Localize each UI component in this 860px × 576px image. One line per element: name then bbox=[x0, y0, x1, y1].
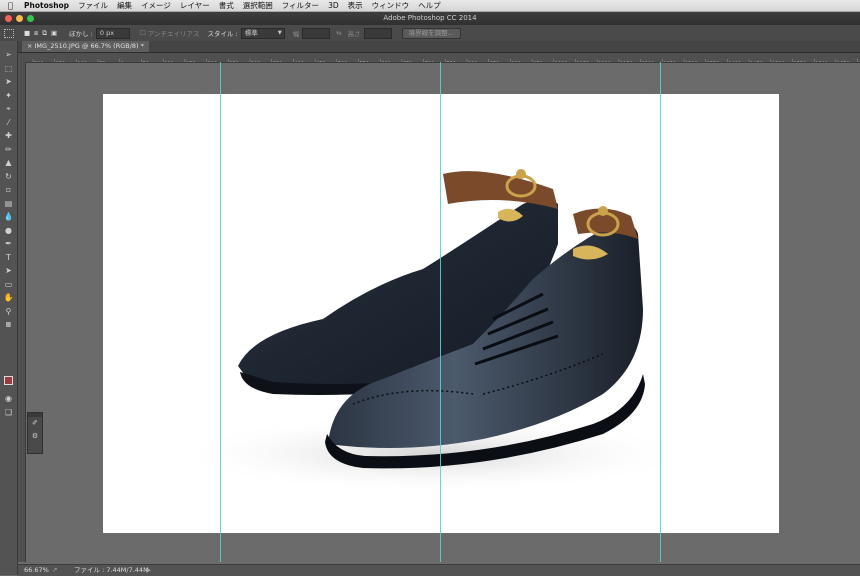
toolbar-grip[interactable] bbox=[0, 41, 17, 49]
menu-select[interactable]: 選択範囲 bbox=[243, 0, 273, 11]
healing-brush-tool-icon[interactable]: ✚ bbox=[3, 130, 14, 141]
quick-select-tool-icon[interactable]: ✦ bbox=[3, 90, 14, 101]
selection-mode-subtract-icon[interactable]: ⧉ bbox=[42, 29, 47, 38]
marquee-tool-preset-icon[interactable] bbox=[4, 28, 14, 38]
menu-view[interactable]: 表示 bbox=[348, 0, 363, 11]
collapsed-panel: ✐ ⚙ bbox=[27, 412, 43, 454]
menu-edit[interactable]: 編集 bbox=[117, 0, 132, 11]
feather-input[interactable]: 0 px bbox=[95, 27, 130, 39]
shoe-photo bbox=[173, 169, 693, 494]
clone-stamp-tool-icon[interactable]: ▲ bbox=[3, 157, 14, 168]
horizontal-ruler[interactable]: 2001501005005010015020025030035040045050… bbox=[18, 53, 860, 63]
type-tool-icon[interactable]: T bbox=[3, 252, 14, 263]
status-menu-arrow-icon[interactable]: ▶ bbox=[146, 565, 151, 576]
swap-width-height-icon[interactable]: ⇆ bbox=[336, 29, 341, 37]
selection-mode-add-icon[interactable]: ⧈ bbox=[34, 29, 38, 38]
selection-mode-new-icon[interactable]: ■ bbox=[24, 29, 30, 37]
antialias-checkbox[interactable]: ☐ bbox=[140, 29, 146, 37]
menu-layer[interactable]: レイヤー bbox=[180, 0, 210, 11]
default-colors-icon[interactable]: ▩ bbox=[3, 319, 14, 330]
blur-tool-icon[interactable]: 💧 bbox=[3, 211, 14, 222]
gradient-tool-icon[interactable]: ▤ bbox=[3, 198, 14, 209]
lasso-tool-icon[interactable]: ➤ bbox=[3, 76, 14, 87]
width-label: 幅 bbox=[292, 30, 300, 38]
document-area: × IMG_2510.JPG @ 66.7% (RGB/8) * 2001501… bbox=[18, 41, 860, 575]
menu-help[interactable]: ヘルプ bbox=[418, 0, 441, 11]
hand-tool-icon[interactable]: ✋ bbox=[3, 292, 14, 303]
feather-label: ぼかし : bbox=[69, 30, 93, 38]
document-tab-bar: × IMG_2510.JPG @ 66.7% (RGB/8) * bbox=[18, 41, 860, 53]
zoom-tool-icon[interactable]: ⚲ bbox=[3, 306, 14, 317]
window-title: Adobe Photoshop CC 2014 bbox=[383, 14, 477, 22]
menu-filter[interactable]: フィルター bbox=[282, 0, 319, 11]
refine-edge-button[interactable]: 境界線を調整... bbox=[401, 27, 461, 39]
brush-tool-icon[interactable]: ✏ bbox=[3, 144, 14, 155]
close-tab-icon[interactable]: × bbox=[27, 42, 35, 50]
mac-menubar:  Photoshop ファイル 編集 イメージ レイヤー 書式 選択範囲 フィ… bbox=[0, 0, 860, 12]
foreground-color-swatch[interactable] bbox=[4, 376, 13, 385]
style-label: スタイル : bbox=[207, 30, 238, 38]
pen-tool-icon[interactable]: ✒ bbox=[3, 238, 14, 249]
move-tool-icon[interactable]: ➢ bbox=[3, 49, 14, 60]
antialias-label: アンチエイリアス bbox=[147, 30, 200, 38]
selection-mode-intersect-icon[interactable]: ▣ bbox=[51, 29, 57, 37]
chevron-down-icon: ▼ bbox=[277, 29, 282, 36]
style-select[interactable]: 標準 ▼ bbox=[240, 27, 285, 39]
path-select-tool-icon[interactable]: ➤ bbox=[3, 265, 14, 276]
height-input[interactable] bbox=[363, 27, 392, 39]
export-icon[interactable]: ↗ bbox=[52, 565, 57, 576]
style-value: 標準 bbox=[244, 28, 258, 37]
window-titlebar: Adobe Photoshop CC 2014 bbox=[0, 12, 860, 25]
dodge-tool-icon[interactable]: ● bbox=[3, 225, 14, 236]
eraser-tool-icon[interactable]: ▫ bbox=[3, 184, 14, 195]
vertical-ruler[interactable] bbox=[18, 62, 26, 562]
document-tab-title: IMG_2510.JPG @ 66.7% (RGB/8) * bbox=[34, 42, 144, 50]
guide-line[interactable] bbox=[660, 62, 661, 562]
menu-app-photoshop[interactable]: Photoshop bbox=[24, 1, 69, 10]
options-bar: ■ ⧈ ⧉ ▣ ぼかし : 0 px ☐ アンチエイリアス スタイル : 標準 ▼… bbox=[0, 25, 860, 42]
height-label: 高さ bbox=[347, 30, 361, 38]
zoom-level[interactable]: 66.67% bbox=[24, 565, 49, 576]
apple-icon[interactable]:  bbox=[8, 1, 18, 10]
tool-presets-icon[interactable]: ✐ bbox=[28, 417, 42, 430]
marquee-tool-icon[interactable]: ⬚ bbox=[3, 63, 14, 74]
quick-mask-icon[interactable]: ◉ bbox=[3, 393, 14, 404]
menu-3d[interactable]: 3D bbox=[328, 1, 339, 10]
menu-window[interactable]: ウィンドウ bbox=[372, 0, 410, 11]
menu-image[interactable]: イメージ bbox=[141, 0, 171, 11]
file-size-info: ファイル : 7.44M/7.44M bbox=[74, 566, 149, 574]
guide-line[interactable] bbox=[440, 62, 441, 562]
menu-file[interactable]: ファイル bbox=[78, 0, 108, 11]
document-tab[interactable]: × IMG_2510.JPG @ 66.7% (RGB/8) * bbox=[22, 41, 149, 52]
screen-mode-icon[interactable]: ❏ bbox=[3, 407, 14, 418]
crop-tool-icon[interactable]: ⌖ bbox=[3, 103, 14, 114]
status-bar: 66.67% ↗ ファイル : 7.44M/7.44M ▶ bbox=[18, 564, 860, 576]
width-input[interactable] bbox=[302, 27, 331, 39]
eyedropper-tool-icon[interactable]: ⁄ bbox=[3, 117, 14, 128]
tools-panel: ➢ ⬚ ➤ ✦ ⌖ ⁄ ✚ ✏ ▲ ↻ ▫ ▤ 💧 ● ✒ T ➤ ▭ ✋ ⚲ … bbox=[0, 41, 18, 575]
document-canvas[interactable] bbox=[103, 94, 779, 533]
properties-icon[interactable]: ⚙ bbox=[28, 430, 42, 443]
history-brush-tool-icon[interactable]: ↻ bbox=[3, 171, 14, 182]
guide-line[interactable] bbox=[220, 62, 221, 562]
menu-type[interactable]: 書式 bbox=[219, 0, 234, 11]
rectangle-tool-icon[interactable]: ▭ bbox=[3, 279, 14, 290]
